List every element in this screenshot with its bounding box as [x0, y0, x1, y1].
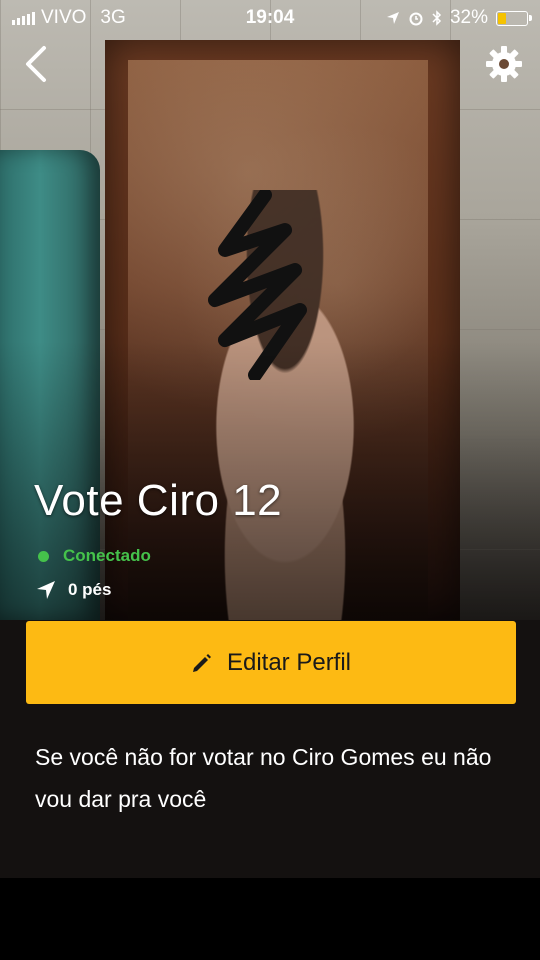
photo-gradient-overlay	[0, 0, 540, 620]
profile-name: Vote Ciro 12	[34, 476, 283, 525]
distance-label: 0 pés	[68, 580, 112, 599]
gear-icon	[486, 46, 522, 82]
chevron-left-icon	[26, 46, 46, 82]
online-dot-icon	[38, 550, 49, 562]
edit-profile-label: Editar Perfil	[226, 648, 352, 676]
online-status-label: Conectado	[63, 546, 151, 565]
battery-percent: 32%	[449, 7, 488, 28]
battery-icon	[496, 10, 532, 26]
pencil-icon	[192, 653, 211, 672]
settings-button[interactable]	[484, 44, 524, 84]
location-arrow-icon	[37, 581, 55, 599]
profile-photo	[0, 0, 540, 620]
location-services-icon	[386, 12, 399, 24]
status-icons: 32%	[386, 7, 532, 29]
distance-info: 0 pés	[36, 580, 111, 600]
status-bar: VIVO 3G 19:04 32%	[0, 0, 540, 36]
back-button[interactable]	[18, 42, 58, 86]
alarm-icon	[409, 12, 423, 26]
bottom-bar	[0, 878, 540, 960]
edit-profile-button[interactable]: Editar Perfil	[26, 621, 516, 704]
profile-bio: Se você não for votar no Ciro Gomes eu n…	[35, 744, 492, 812]
bluetooth-icon	[432, 10, 442, 26]
online-status: Conectado	[38, 546, 151, 566]
